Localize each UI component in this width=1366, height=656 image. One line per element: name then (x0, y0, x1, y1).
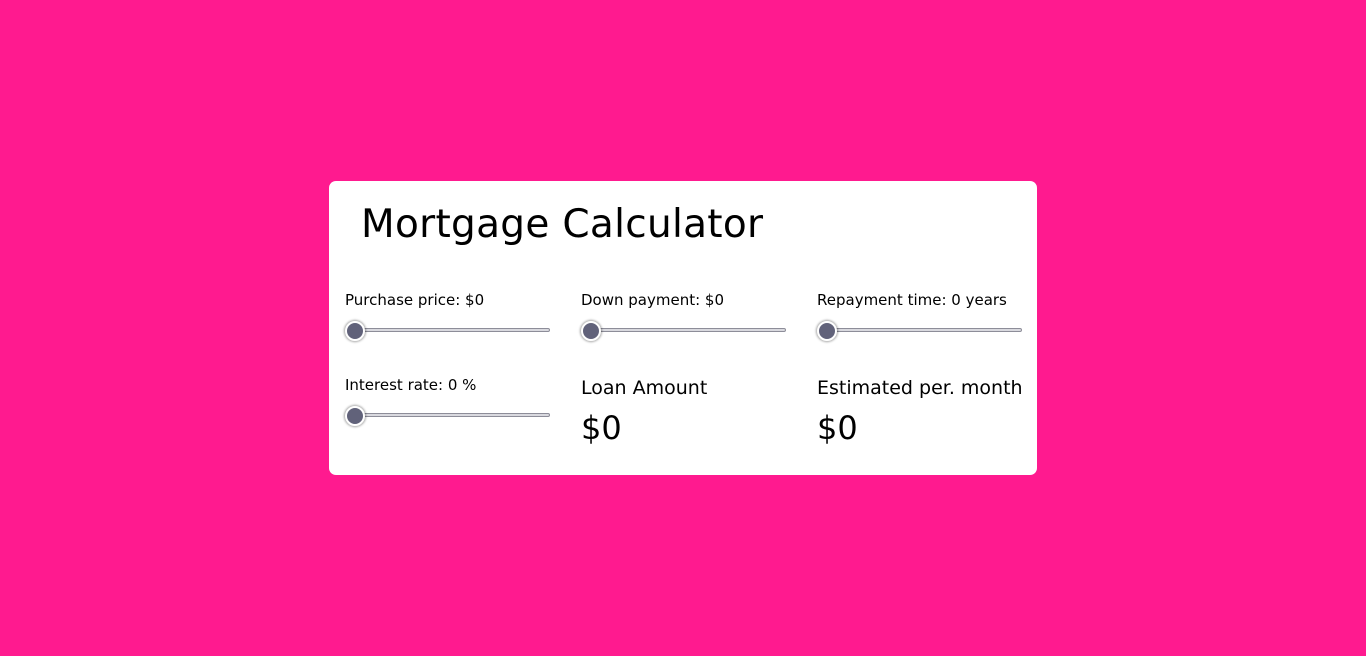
slider-thumb[interactable] (345, 406, 365, 426)
loan-amount-value: $0 (581, 409, 622, 447)
slider-thumb[interactable] (817, 321, 837, 341)
loan-amount-label: Loan Amount (581, 377, 708, 399)
page-title: Mortgage Calculator (361, 202, 764, 247)
mortgage-calculator-card: Mortgage Calculator Purchase price: $0 D… (329, 181, 1037, 475)
slider-track (583, 328, 786, 332)
slider-track (347, 413, 550, 417)
repayment-time-label: Repayment time: 0 years (817, 291, 1007, 309)
purchase-price-slider[interactable] (345, 320, 550, 342)
slider-track (347, 328, 550, 332)
down-payment-label: Down payment: $0 (581, 291, 724, 309)
monthly-payment-value: $0 (817, 409, 858, 447)
interest-rate-slider[interactable] (345, 405, 550, 427)
interest-rate-label: Interest rate: 0 % (345, 376, 477, 394)
purchase-price-label: Purchase price: $0 (345, 291, 485, 309)
down-payment-slider[interactable] (581, 320, 786, 342)
slider-track (819, 328, 1022, 332)
slider-thumb[interactable] (345, 321, 365, 341)
repayment-time-slider[interactable] (817, 320, 1022, 342)
slider-thumb[interactable] (581, 321, 601, 341)
monthly-payment-label: Estimated per. month (817, 377, 1023, 399)
